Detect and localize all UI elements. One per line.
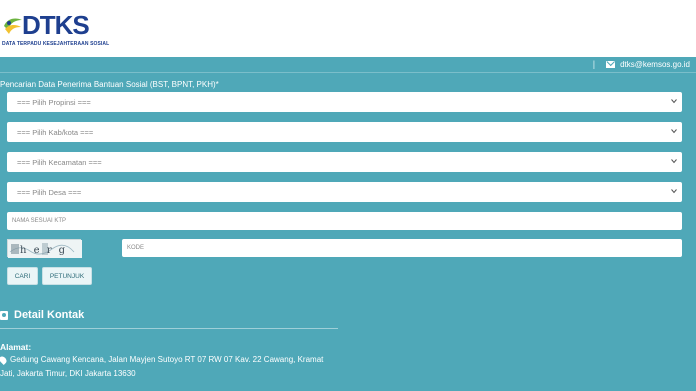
address-line-1: Gedung Cawang Kencana, Jalan Mayjen Suto… — [0, 354, 324, 365]
divider — [0, 328, 338, 329]
code-input[interactable]: KODE — [122, 239, 682, 257]
chevron-down-icon — [671, 189, 677, 194]
select-regency[interactable]: === Pilih Kab/kota === — [7, 122, 682, 142]
select-regency-label: === Pilih Kab/kota === — [17, 127, 94, 137]
contact-heading: Detail Kontak — [0, 309, 84, 321]
select-village-label: === Pilih Desa === — [17, 187, 82, 197]
select-district-label: === Pilih Kecamatan === — [17, 157, 102, 167]
contact-heading-text: Detail Kontak — [14, 309, 85, 321]
mail-icon — [606, 60, 616, 68]
chevron-down-icon — [671, 159, 677, 164]
logo-text: DTKS — [22, 10, 90, 40]
dtks-logo[interactable]: DTKS DATA TERPADU KESEJAHTERAAN SOSIAL — [0, 10, 110, 52]
form-title: Pencarian Data Penerima Bantuan Sosial (… — [0, 80, 219, 89]
address-label: Alamat: — [0, 342, 32, 352]
header-bar: DTKS DATA TERPADU KESEJAHTERAAN SOSIAL — [0, 0, 696, 57]
select-province[interactable]: === Pilih Propinsi === — [7, 92, 682, 112]
search-button[interactable]: CARI — [7, 267, 38, 285]
captcha-text: h e r g — [20, 245, 67, 256]
select-village[interactable]: === Pilih Desa === — [7, 182, 682, 202]
select-district[interactable]: === Pilih Kecamatan === — [7, 152, 682, 172]
chevron-down-icon — [671, 99, 677, 104]
logo-subtitle: DATA TERPADU KESEJAHTERAAN SOSIAL — [2, 41, 110, 47]
logo-mark-icon — [4, 18, 22, 34]
contact-card-icon — [0, 310, 8, 320]
guide-button[interactable]: PETUNJUK — [42, 267, 92, 285]
name-input[interactable]: NAMA SESUAI KTP — [7, 212, 682, 230]
map-pin-icon — [0, 354, 8, 365]
email-link[interactable]: dtks@kemsos.go.id — [620, 60, 690, 69]
separator: | — [592, 59, 596, 69]
code-input-placeholder: KODE — [127, 245, 145, 251]
address-line-1-text: Gedung Cawang Kencana, Jalan Mayjen Suto… — [10, 355, 324, 364]
name-input-placeholder: NAMA SESUAI KTP — [12, 218, 67, 224]
select-province-label: === Pilih Propinsi === — [17, 97, 91, 107]
contact-strip: | dtks@kemsos.go.id — [0, 57, 696, 73]
email-contact: | dtks@kemsos.go.id — [593, 59, 690, 69]
address-line-2: Jati, Jakarta Timur, DKI Jakarta 13630 — [0, 369, 136, 378]
captcha-image: h e r g — [7, 239, 82, 258]
captcha-graphic: h e r g — [8, 240, 82, 258]
chevron-down-icon — [671, 129, 677, 134]
